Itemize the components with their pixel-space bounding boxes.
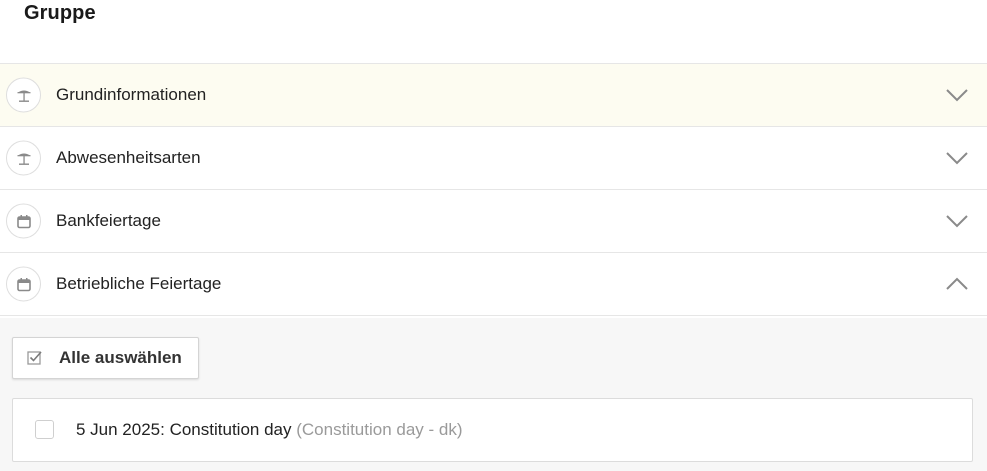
calendar-icon (6, 266, 41, 302)
chevron-up-icon[interactable] (945, 277, 969, 291)
section-label: Betriebliche Feiertage (56, 274, 222, 293)
holiday-detail: (Constitution day - dk) (296, 420, 463, 439)
holiday-date-name: 5 Jun 2025: Constitution day (76, 420, 292, 439)
beach-umbrella-icon (6, 77, 41, 113)
checkbox-checked-icon (27, 351, 42, 365)
company-holidays-panel: Alle auswählen 5 Jun 2025: Constitution … (0, 318, 987, 471)
select-all-label: Alle auswählen (59, 348, 182, 367)
select-all-button[interactable]: Alle auswählen (12, 337, 199, 379)
section-label: Abwesenheitsarten (56, 148, 201, 167)
section-bankfeiertage[interactable]: Bankfeiertage (0, 189, 987, 252)
page-title: Gruppe (24, 2, 96, 24)
calendar-icon (6, 203, 41, 239)
section-grundinformationen[interactable]: Grundinformationen (0, 63, 987, 126)
accordion: Grundinformationen Abwesenheitsarten Ban… (0, 63, 987, 316)
chevron-down-icon[interactable] (945, 151, 969, 165)
holiday-checkbox[interactable] (35, 420, 54, 439)
chevron-down-icon[interactable] (945, 214, 969, 228)
beach-umbrella-icon (6, 140, 41, 176)
section-label: Grundinformationen (56, 85, 207, 104)
section-label: Bankfeiertage (56, 211, 161, 230)
section-abwesenheitsarten[interactable]: Abwesenheitsarten (0, 126, 987, 189)
group-settings-page: Gruppe Grundinformationen Abwesenheitsar… (0, 0, 987, 471)
holiday-list-item: 5 Jun 2025: Constitution day (Constituti… (12, 398, 973, 462)
section-betriebliche-feiertage[interactable]: Betriebliche Feiertage (0, 252, 987, 316)
holiday-label: 5 Jun 2025: Constitution day (Constituti… (76, 420, 463, 440)
chevron-down-icon[interactable] (945, 88, 969, 102)
